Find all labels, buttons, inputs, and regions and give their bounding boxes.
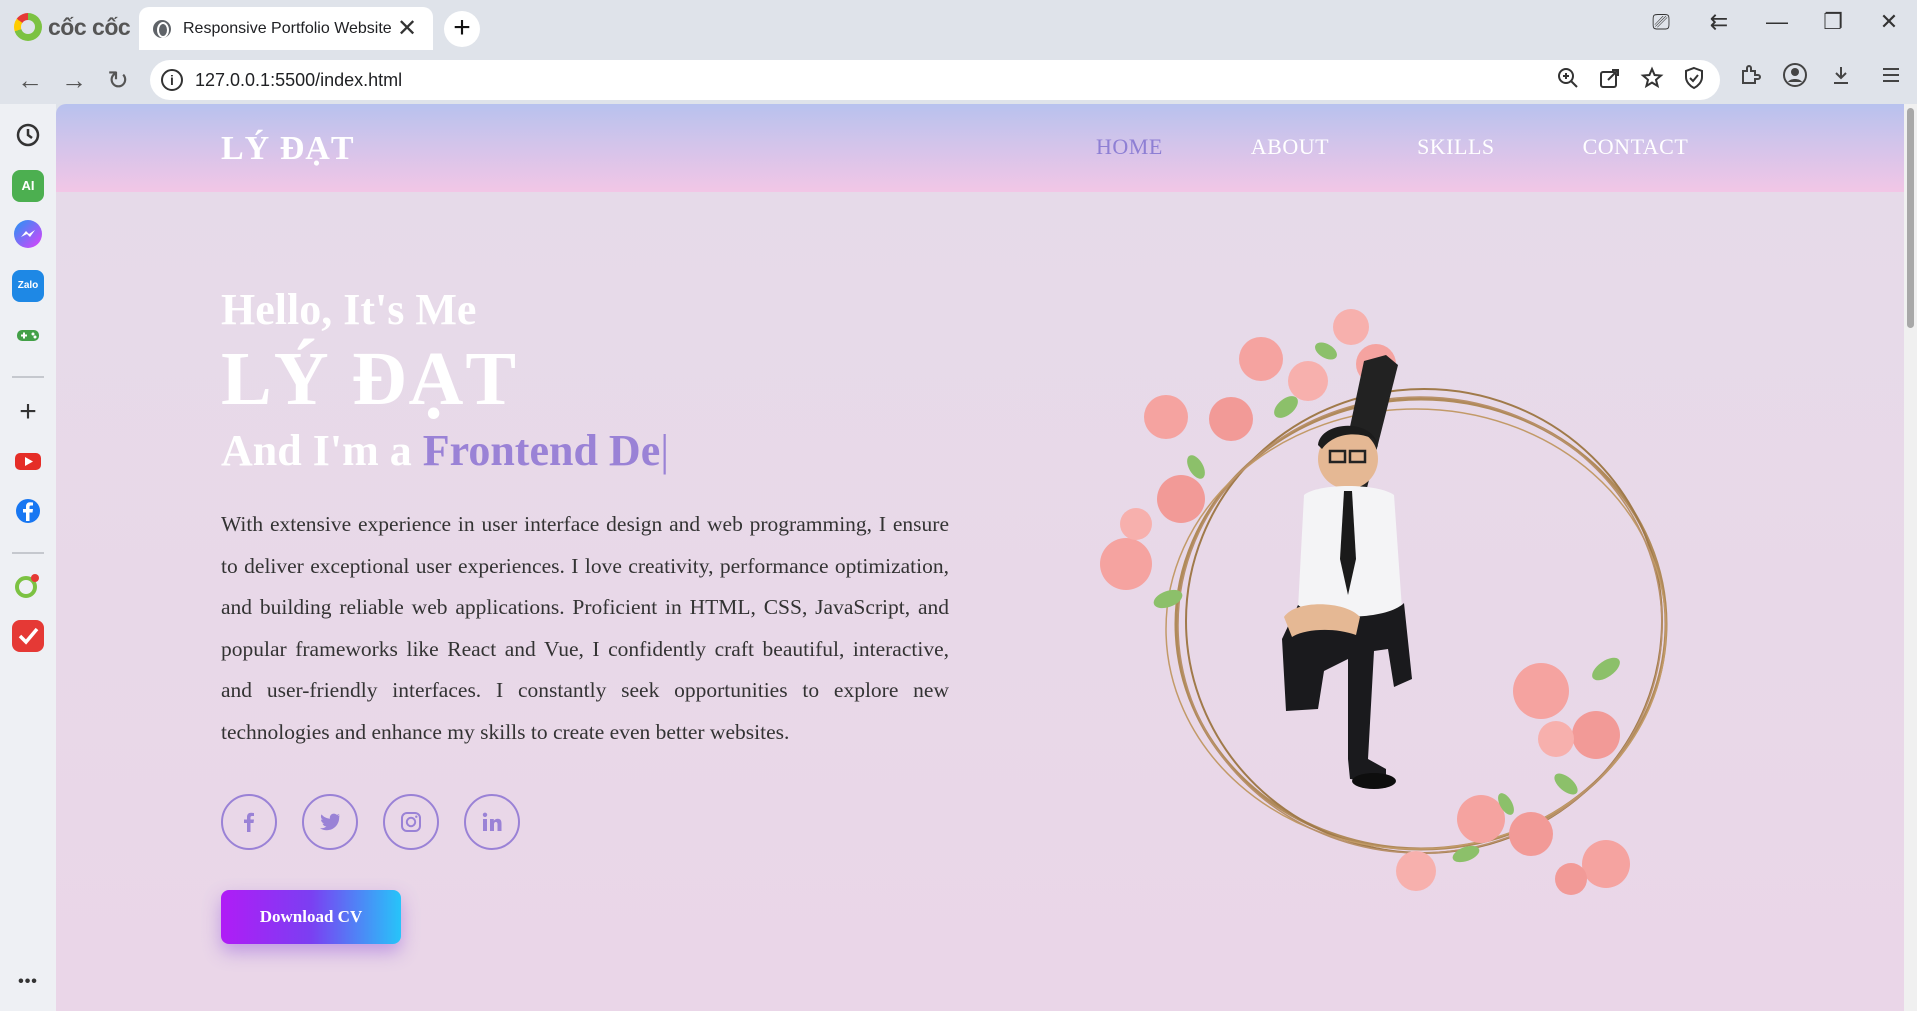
address-bar: ← → ↻ i 127.0.0.1:5500/index.html	[0, 56, 1917, 104]
vine-wreath	[1165, 388, 1668, 854]
facebook-icon[interactable]	[12, 496, 44, 528]
minimize-button[interactable]: —	[1752, 4, 1802, 40]
zoom-icon[interactable]	[1554, 66, 1582, 94]
scroll-thumb[interactable]	[1907, 108, 1914, 328]
game-icon[interactable]	[12, 320, 44, 352]
site-info-icon[interactable]: i	[161, 69, 183, 91]
nav-contact[interactable]: CONTACT	[1583, 134, 1689, 160]
profile-icon[interactable]	[1777, 62, 1813, 98]
screen-search-icon[interactable]: ⎚	[1636, 4, 1686, 40]
role-prefix: And I'm a	[221, 426, 423, 475]
page-scrollbar[interactable]	[1904, 104, 1917, 1011]
linkedin-icon[interactable]	[464, 794, 520, 850]
browser-sidebar: AI Zalo + •••	[0, 104, 56, 1011]
instagram-icon[interactable]	[383, 794, 439, 850]
social-links	[221, 794, 520, 850]
hero-name: LÝ ĐẠT	[221, 337, 519, 421]
browser-tab-bar: cốc cốc Responsive Portfolio Website ✕ +…	[0, 0, 1917, 56]
url-text[interactable]: 127.0.0.1:5500/index.html	[195, 70, 402, 91]
extensions-icon[interactable]	[1732, 62, 1768, 98]
nav-about[interactable]: ABOUT	[1251, 134, 1329, 160]
twitter-icon[interactable]	[302, 794, 358, 850]
role-typed: Frontend De	[422, 426, 661, 475]
hero-portrait	[1100, 309, 1668, 895]
sidebar-divider	[12, 552, 44, 554]
tab-title: Responsive Portfolio Website	[183, 19, 392, 37]
zalo-icon[interactable]: Zalo	[12, 270, 44, 302]
site-header: LÝ ĐẠT HOME ABOUT SKILLS CONTACT	[56, 104, 1904, 192]
site-logo[interactable]: LÝ ĐẠT	[221, 130, 355, 168]
tab-close-icon[interactable]: ✕	[395, 14, 419, 43]
page-viewport: LÝ ĐẠT HOME ABOUT SKILLS CONTACT Hello, …	[56, 104, 1904, 1011]
globe-icon	[153, 19, 171, 38]
close-window-button[interactable]: ✕	[1864, 4, 1914, 40]
browser-game-icon[interactable]	[12, 570, 44, 602]
share-icon[interactable]	[1596, 66, 1624, 94]
reload-button[interactable]: ↻	[100, 62, 136, 98]
ai-icon[interactable]: AI	[12, 170, 44, 202]
coccoc-logo-icon	[14, 13, 42, 41]
star-icon[interactable]	[1638, 66, 1666, 94]
youtube-icon[interactable]	[12, 446, 44, 478]
shield-icon[interactable]	[1680, 66, 1708, 94]
hero-greeting: Hello, It's Me	[221, 285, 477, 334]
new-tab-button[interactable]: +	[444, 11, 480, 47]
hero-role: And I'm a Frontend De|	[221, 425, 949, 476]
hero-bio: With extensive experience in user interf…	[221, 512, 949, 744]
sidebar-divider	[12, 376, 44, 378]
download-cv-button[interactable]: Download CV	[221, 890, 401, 944]
browser-brand: cốc cốc	[14, 12, 131, 42]
menu-icon[interactable]	[1873, 62, 1909, 98]
tab-actions-icon[interactable]: ⇇	[1694, 4, 1744, 40]
browser-brand-name: cốc cốc	[48, 13, 131, 40]
typing-caret: |	[660, 426, 670, 475]
nav-skills[interactable]: SKILLS	[1417, 134, 1495, 160]
add-icon[interactable]: +	[12, 396, 44, 428]
url-field[interactable]: i 127.0.0.1:5500/index.html	[150, 60, 1720, 100]
todo-icon[interactable]	[12, 620, 44, 652]
nav-home[interactable]: HOME	[1096, 134, 1163, 160]
restore-button[interactable]: ❐	[1808, 4, 1858, 40]
person-figure	[1282, 355, 1412, 789]
history-icon[interactable]	[12, 120, 44, 152]
hero-text: Hello, It's Me LÝ ĐẠT And I'm a Frontend…	[221, 284, 949, 753]
browser-tab[interactable]: Responsive Portfolio Website ✕	[139, 7, 433, 50]
download-icon[interactable]	[1823, 62, 1859, 98]
facebook-icon[interactable]	[221, 794, 277, 850]
messenger-icon[interactable]	[14, 220, 42, 248]
main-nav: HOME ABOUT SKILLS CONTACT	[1096, 134, 1776, 160]
back-button[interactable]: ←	[12, 62, 48, 98]
forward-button[interactable]: →	[56, 62, 92, 98]
more-icon[interactable]: •••	[12, 966, 44, 998]
